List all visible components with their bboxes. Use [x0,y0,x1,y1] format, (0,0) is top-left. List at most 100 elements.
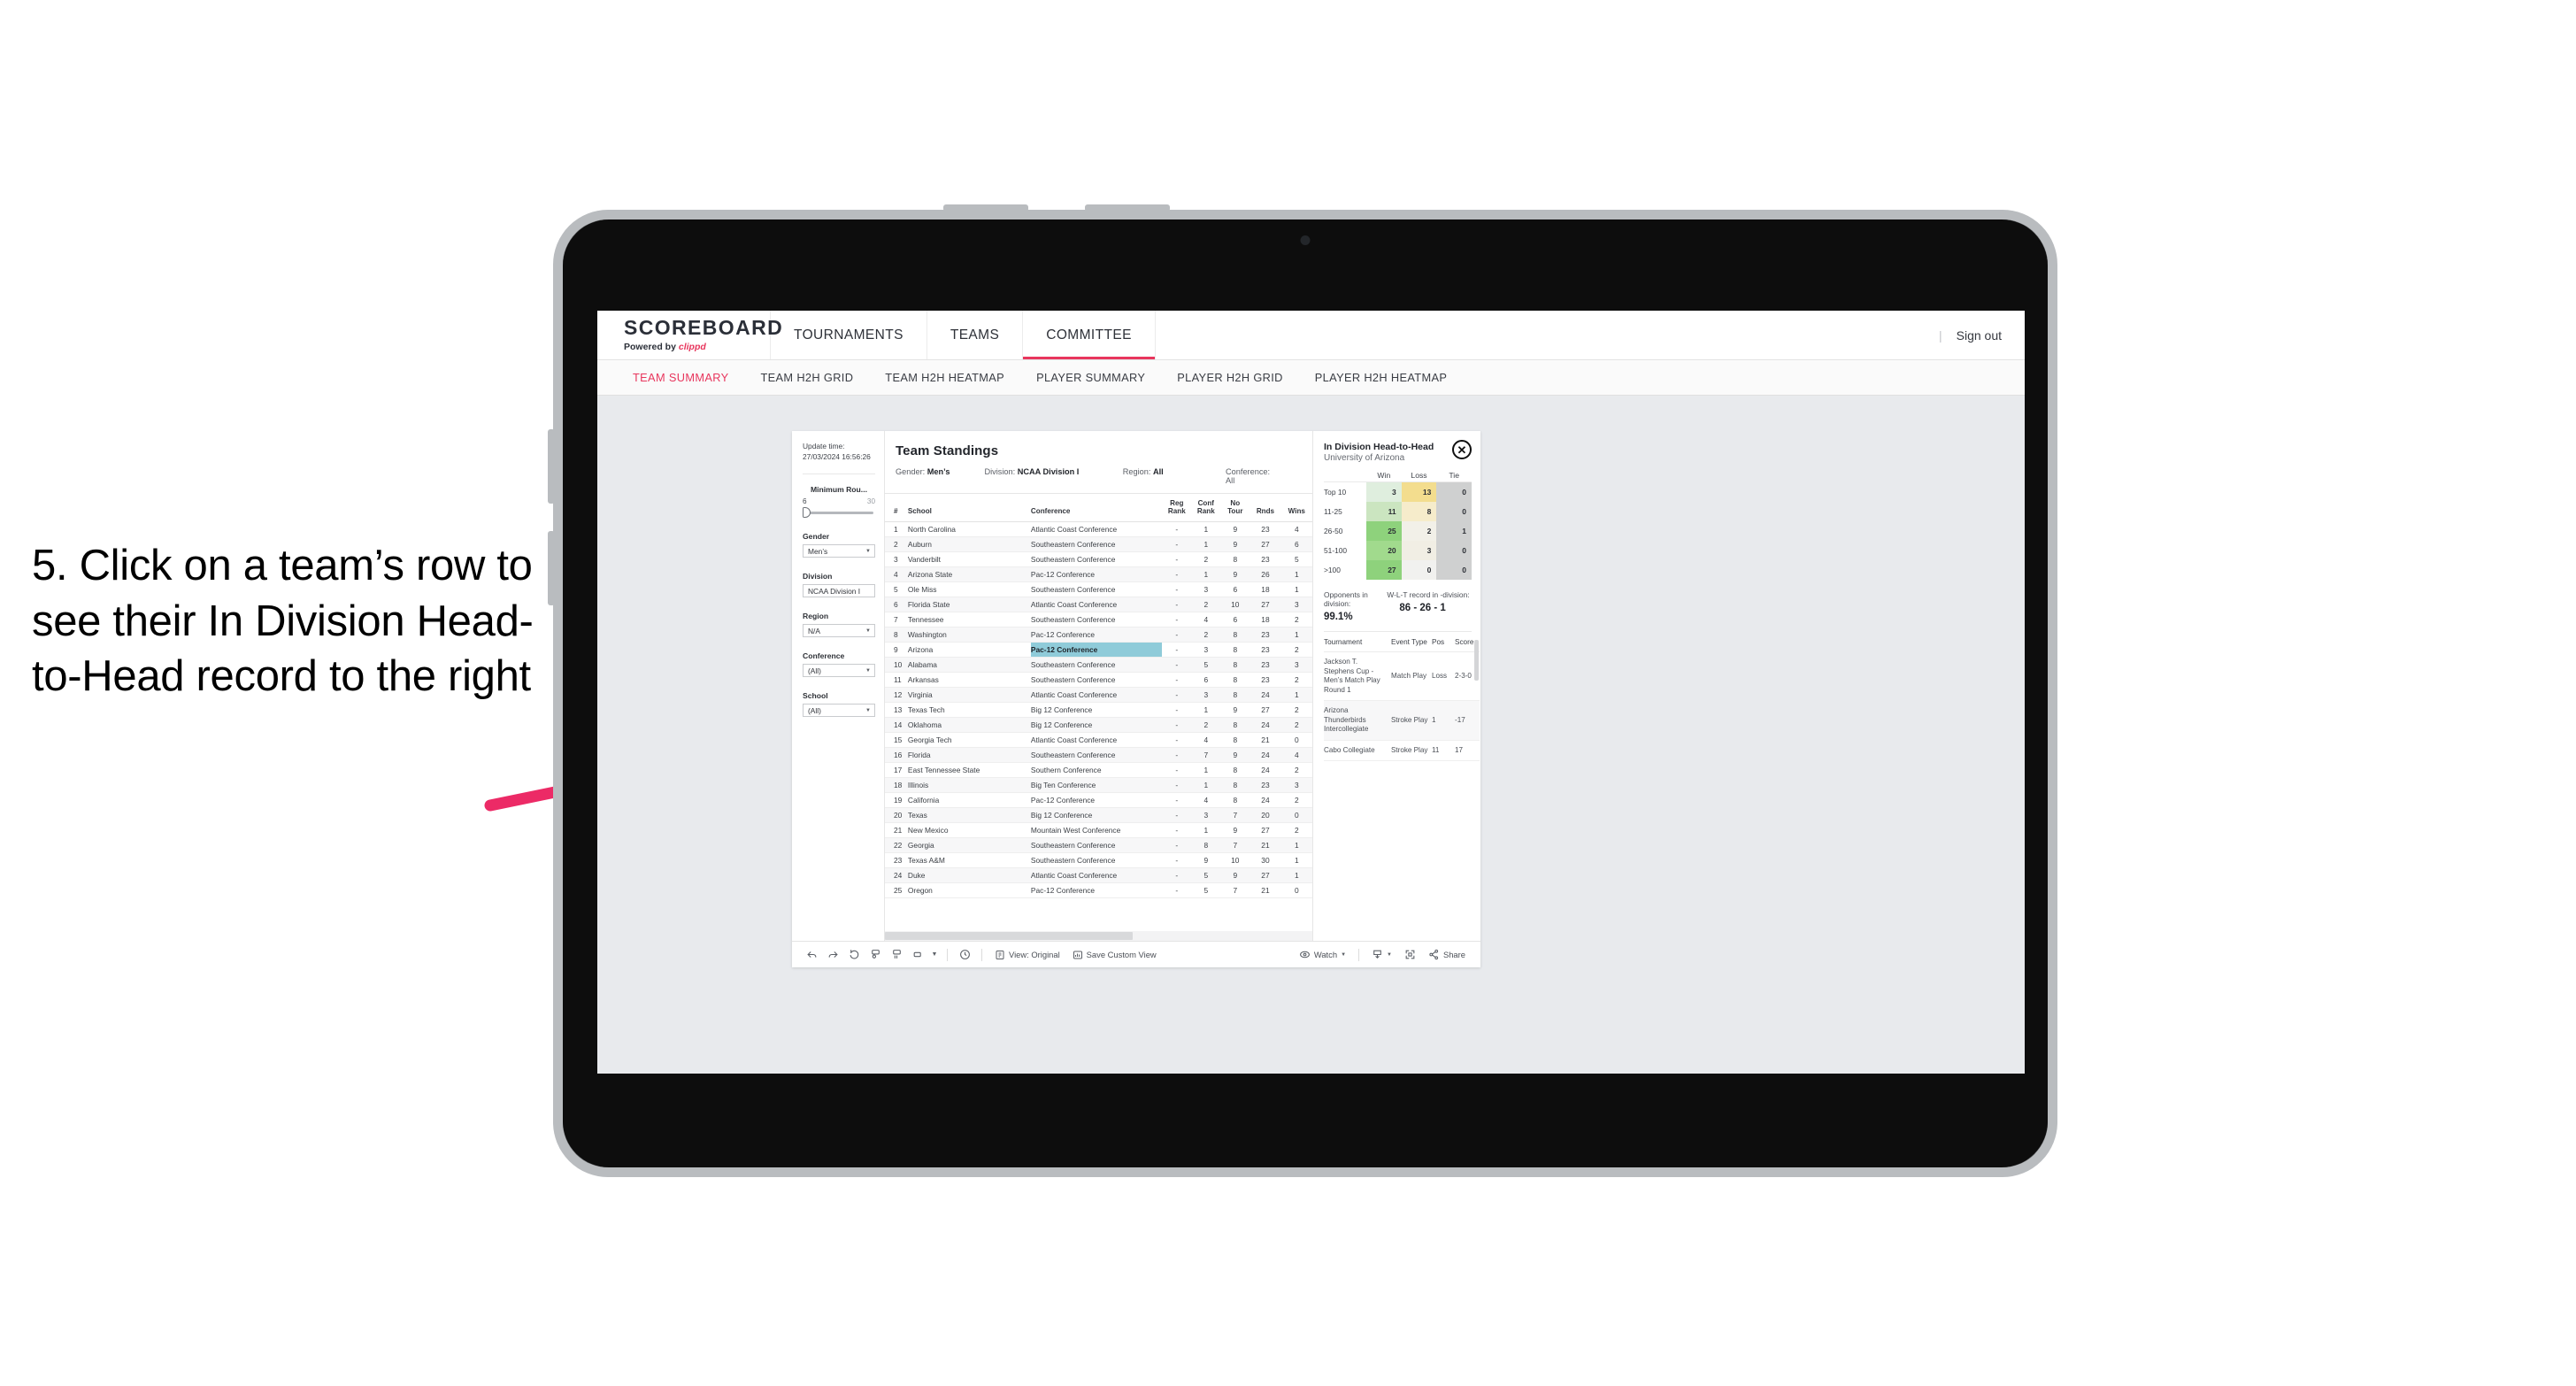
horizontal-scrollbar[interactable] [885,931,1312,941]
heatmap-cell-loss[interactable]: 3 [1401,541,1437,560]
heatmap-cell-loss[interactable]: 0 [1401,560,1437,580]
table-row[interactable]: 18 Illinois Big Ten Conference -1 8 23 3 [885,777,1312,793]
tournament-row[interactable]: Arizona Thunderbirds Intercollegiate Stro… [1324,700,1480,741]
col-no-tour[interactable]: No Tour [1220,494,1250,522]
fullscreen-button[interactable] [1398,949,1422,960]
col-conf-rank[interactable]: Conf Rank [1191,494,1221,522]
heatmap-row[interactable]: >100 27 0 0 [1324,560,1473,580]
filter-gender-select[interactable]: Men’s ▼ [803,544,875,558]
heatmap-cell-tie[interactable]: 0 [1436,502,1473,521]
download-button[interactable]: ▼ [1365,949,1398,960]
heatmap-row[interactable]: 11-25 11 8 0 [1324,502,1473,521]
standings-scroll-region[interactable]: # School Conference Reg Rank Conf Rank No T… [885,494,1312,931]
table-row[interactable]: 14 Oklahoma Big 12 Conference -2 8 24 2 [885,717,1312,733]
nav-item-tournaments[interactable]: TOURNAMENTS [771,311,927,359]
table-row[interactable]: 21 New Mexico Mountain West Conference -1 9 2… [885,822,1312,838]
tournament-row[interactable]: Jackson T. Stephens Cup - Men’s Match Pl… [1324,651,1480,702]
heatmap-row[interactable]: 51-100 20 3 0 [1324,541,1473,560]
col-conference[interactable]: Conference [1030,494,1163,522]
heatmap-cell-win[interactable]: 20 [1366,541,1402,560]
table-row[interactable]: 3 Vanderbilt Southeastern Conference -2 8 23 5 [885,551,1312,567]
table-row[interactable]: 1 North Carolina Atlantic Coast Conference… [885,521,1312,537]
col-wins[interactable]: Wins [1280,494,1312,522]
share-button[interactable]: Share [1422,949,1472,960]
heatmap-cell-win[interactable]: 11 [1366,502,1402,521]
heatmap-cell-tie[interactable]: 0 [1436,560,1473,580]
subnav-item-player-h2h-grid[interactable]: PLAYER H2H GRID [1161,371,1299,384]
heatmap-cell-win[interactable]: 3 [1366,482,1402,502]
cell-conf2: 3 [1191,687,1221,703]
pause-updates-icon[interactable] [886,946,907,964]
cell-wins: 6 [1280,536,1312,552]
heatmap-cell-tie[interactable]: 1 [1436,521,1473,541]
vertical-scrollbar[interactable] [1474,640,1479,681]
col-tournament[interactable]: Tournament [1324,632,1391,652]
filter-region-select[interactable]: N/A ▼ [803,624,875,638]
table-row[interactable]: 23 Texas A&M Southeastern Conference -9 10 30… [885,852,1312,868]
min-rounds-slider[interactable] [803,507,875,519]
table-row[interactable]: 13 Texas Tech Big 12 Conference -1 9 27 2 [885,702,1312,718]
pause-auto-update-icon[interactable] [954,946,975,964]
table-row[interactable]: 5 Ole Miss Southeastern Conference -3 6 18 1 [885,581,1312,597]
col-rnds[interactable]: Rnds [1250,494,1281,522]
subnav-item-team-summary[interactable]: TEAM SUMMARY [617,371,744,384]
col-event-type[interactable]: Event Type [1391,632,1432,652]
heatmap-row[interactable]: 26-50 25 2 1 [1324,521,1473,541]
close-icon[interactable]: ✕ [1452,440,1472,459]
table-row[interactable]: 24 Duke Atlantic Coast Conference -5 9 27 1 [885,867,1312,883]
table-row[interactable]: 2 Auburn Southeastern Conference -1 9 27 6 [885,536,1312,552]
table-row[interactable]: 17 East Tennessee State Southern Conferenc… [885,762,1312,778]
watch-button[interactable]: Watch ▼ [1293,949,1352,960]
table-row[interactable]: 7 Tennessee Southeastern Conference -4 6 18 2 [885,612,1312,628]
table-row[interactable]: 16 Florida Southeastern Conference -7 9 24 4 [885,747,1312,763]
col-pos[interactable]: Pos [1432,632,1455,652]
subnav-item-team-h2h-grid[interactable]: TEAM H2H GRID [744,371,869,384]
heatmap-cell-loss[interactable]: 13 [1401,482,1437,502]
heatmap-cell-tie[interactable]: 0 [1436,541,1473,560]
filter-conference-select[interactable]: (All) ▼ [803,664,875,678]
col-rank[interactable]: # [885,494,908,522]
highlight-icon[interactable] [907,946,928,964]
heatmap-cell-loss[interactable]: 8 [1401,502,1437,521]
filter-division-select[interactable]: NCAA Division I [803,584,875,598]
cell-reg: - [1162,536,1192,552]
scrollbar-thumb[interactable] [885,932,1134,940]
heatmap-cell-win[interactable]: 27 [1366,560,1402,580]
subnav-item-player-h2h-heatmap[interactable]: PLAYER H2H HEATMAP [1299,371,1463,384]
table-row[interactable]: 10 Alabama Southeastern Conference -5 8 23 3 [885,657,1312,673]
table-row[interactable]: 19 California Pac-12 Conference -4 8 24 2 [885,792,1312,808]
col-reg-rank[interactable]: Reg Rank [1162,494,1192,522]
undo-icon[interactable] [801,946,822,964]
nav-item-teams[interactable]: TEAMS [927,311,1024,359]
view-original-button[interactable]: View: Original [988,950,1066,960]
refresh-icon[interactable] [865,946,886,964]
chevron-down-icon[interactable]: ▼ [928,946,941,964]
heatmap-row[interactable]: Top 10 3 13 0 [1324,482,1473,502]
nav-item-committee[interactable]: COMMITTEE [1023,311,1156,359]
redo-icon[interactable] [822,946,843,964]
cell-rnds: 18 [1250,581,1281,597]
table-row[interactable]: 6 Florida State Atlantic Coast Conference -… [885,597,1312,612]
filter-school-select[interactable]: (All) ▼ [803,704,875,718]
table-row[interactable]: 4 Arizona State Pac-12 Conference -1 9 26 1 [885,566,1312,582]
heatmap-cell-tie[interactable]: 0 [1436,482,1473,502]
col-school[interactable]: School [907,494,1031,522]
revert-icon[interactable] [843,946,865,964]
subnav-item-team-h2h-heatmap[interactable]: TEAM H2H HEATMAP [869,371,1020,384]
table-row[interactable]: 12 Virginia Atlantic Coast Conference -3 8 24… [885,687,1312,703]
slider-handle[interactable] [803,507,811,519]
table-row[interactable]: 20 Texas Big 12 Conference -3 7 20 0 [885,807,1312,823]
heatmap-cell-win[interactable]: 25 [1366,521,1402,541]
table-row[interactable]: 25 Oregon Pac-12 Conference -5 7 21 0 [885,882,1312,898]
save-custom-view-button[interactable]: Save Custom View [1066,950,1163,960]
brand-logo[interactable]: SCOREBOARD Powered by clippd [597,311,782,359]
table-row[interactable]: 9 Arizona Pac-12 Conference -3 8 23 2 [885,642,1312,658]
sign-out-link[interactable]: Sign out [1957,328,2002,343]
table-row[interactable]: 8 Washington Pac-12 Conference -2 8 23 1 [885,627,1312,643]
heatmap-cell-loss[interactable]: 2 [1401,521,1437,541]
subnav-item-player-summary[interactable]: PLAYER SUMMARY [1020,371,1161,384]
tournament-row[interactable]: Cabo Collegiate Stroke Play 11 17 [1324,740,1480,762]
table-row[interactable]: 22 Georgia Southeastern Conference -8 7 21 1 [885,837,1312,853]
table-row[interactable]: 15 Georgia Tech Atlantic Coast Conference -… [885,732,1312,748]
table-row[interactable]: 11 Arkansas Southeastern Conference -6 8 23 2 [885,672,1312,688]
